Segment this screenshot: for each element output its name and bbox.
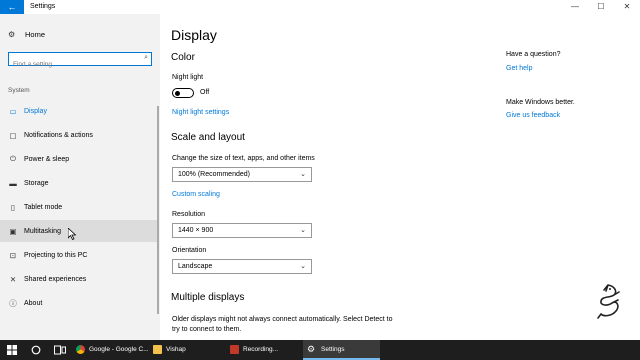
storage-icon: ▬: [9, 178, 17, 188]
toggle-knob: [175, 90, 180, 96]
taskbar-app-label: Google - Google C...: [89, 345, 149, 353]
sidebar: ⚙ Home ⌕ System ▭ Display ▢ Notification…: [0, 14, 160, 340]
sidebar-item-label: Tablet mode: [24, 203, 63, 211]
search-icon[interactable]: ⌕: [144, 54, 148, 62]
sidebar-item-label: Projecting to this PC: [24, 251, 88, 259]
get-help-link[interactable]: Get help: [506, 65, 532, 72]
night-light-settings-link[interactable]: Night light settings: [172, 109, 229, 116]
sidebar-item-multitasking[interactable]: ▣ Multitasking: [0, 220, 158, 242]
home-label: Home: [25, 30, 46, 39]
folder-icon: [153, 344, 162, 354]
back-button[interactable]: ←: [0, 0, 24, 14]
sidebar-item-about[interactable]: ⓘ About: [0, 292, 158, 314]
resolution-label: Resolution: [172, 211, 206, 218]
taskbar-app-recording[interactable]: Recording...: [226, 340, 303, 360]
orientation-label: Orientation: [172, 247, 207, 254]
resolution-dropdown[interactable]: 1440 × 900 ⌄: [172, 223, 312, 238]
projecting-icon: ⊡: [9, 250, 17, 260]
question-heading: Have a question?: [506, 51, 561, 58]
gear-icon: ⚙: [307, 343, 316, 354]
sidebar-item-power[interactable]: ⏻ Power & sleep: [0, 148, 158, 170]
taskbar-app-label: Settings: [321, 345, 345, 353]
taskbar: Google - Google C... Vishap Recording...…: [0, 340, 640, 360]
sidebar-item-label: Power & sleep: [24, 155, 70, 163]
sidebar-item-display[interactable]: ▭ Display: [0, 100, 158, 122]
maximize-button[interactable]: ☐: [588, 0, 614, 14]
taskbar-app-vishap[interactable]: Vishap: [149, 340, 226, 360]
chevron-down-icon: ⌄: [300, 263, 306, 270]
night-light-label: Night light: [172, 74, 204, 81]
monitor-icon: ▭: [9, 106, 17, 116]
windows-start-icon[interactable]: [0, 340, 24, 360]
window-controls: — ☐ ✕: [562, 0, 640, 14]
cortana-icon[interactable]: [24, 340, 48, 360]
sidebar-item-label: About: [24, 299, 43, 307]
sidebar-item-notifications[interactable]: ▢ Notifications & actions: [0, 124, 158, 146]
shared-icon: ✕: [9, 274, 17, 284]
scale-value: 100% (Recommended): [178, 171, 250, 178]
main-content: Display Color Night light Off Night ligh…: [160, 14, 640, 340]
window-title: Settings: [30, 3, 56, 10]
multiple-displays-heading: Multiple displays: [171, 292, 245, 303]
scale-heading: Scale and layout: [171, 132, 245, 143]
power-icon: ⏻: [10, 154, 16, 163]
orientation-value: Landscape: [178, 263, 213, 270]
section-label: System: [8, 87, 30, 94]
page-title: Display: [171, 27, 217, 43]
night-light-toggle[interactable]: [172, 88, 194, 98]
sidebar-item-tablet[interactable]: ▯ Tablet mode: [0, 196, 158, 218]
chevron-down-icon: ⌄: [300, 171, 306, 178]
sidebar-item-label: Storage: [24, 179, 49, 187]
dragon-logo-icon: [597, 284, 620, 319]
custom-scaling-link[interactable]: Custom scaling: [172, 191, 220, 198]
chrome-icon: [76, 344, 85, 354]
mouse-cursor-icon: [68, 228, 76, 240]
give-feedback-link[interactable]: Give us feedback: [506, 112, 560, 119]
sidebar-item-shared[interactable]: ✕ Shared experiences: [0, 268, 158, 290]
sidebar-item-label: Shared experiences: [24, 275, 87, 283]
gear-icon: ⚙: [8, 30, 16, 39]
sidebar-item-label: Notifications & actions: [24, 131, 93, 139]
chevron-down-icon: ⌄: [300, 227, 306, 234]
multiple-displays-text: Older displays might not always connect …: [172, 316, 393, 333]
minimize-button[interactable]: —: [562, 0, 588, 14]
taskbar-app-label: Vishap: [166, 345, 186, 353]
resolution-value: 1440 × 900: [178, 227, 214, 234]
search-box[interactable]: ⌕: [8, 52, 152, 71]
feedback-heading: Make Windows better.: [506, 99, 575, 106]
tablet-icon: ▯: [10, 202, 16, 212]
task-view-icon[interactable]: [48, 340, 72, 360]
recording-icon: [230, 344, 239, 354]
info-icon: ⓘ: [9, 298, 17, 308]
sidebar-item-projecting[interactable]: ⊡ Projecting to this PC: [0, 244, 158, 266]
title-bar: ← Settings — ☐ ✕: [0, 0, 640, 14]
sidebar-item-storage[interactable]: ▬ Storage: [0, 172, 158, 194]
home-nav-item[interactable]: ⚙ Home: [8, 30, 45, 39]
scale-dropdown[interactable]: 100% (Recommended) ⌄: [172, 167, 312, 182]
color-heading: Color: [171, 52, 195, 63]
close-button[interactable]: ✕: [614, 0, 640, 14]
taskbar-app-chrome[interactable]: Google - Google C...: [72, 340, 149, 360]
notifications-icon: ▢: [9, 130, 17, 140]
sidebar-item-label: Multitasking: [24, 227, 61, 235]
multitasking-icon: ▣: [9, 226, 17, 236]
night-light-state: Off: [200, 89, 210, 96]
sidebar-scrollbar[interactable]: [157, 106, 159, 314]
taskbar-app-settings[interactable]: ⚙ Settings: [303, 340, 380, 360]
taskbar-app-label: Recording...: [243, 345, 279, 353]
search-input[interactable]: [9, 58, 129, 71]
scale-label: Change the size of text, apps, and other…: [172, 155, 315, 162]
orientation-dropdown[interactable]: Landscape ⌄: [172, 259, 312, 274]
sidebar-item-label: Display: [24, 107, 47, 115]
